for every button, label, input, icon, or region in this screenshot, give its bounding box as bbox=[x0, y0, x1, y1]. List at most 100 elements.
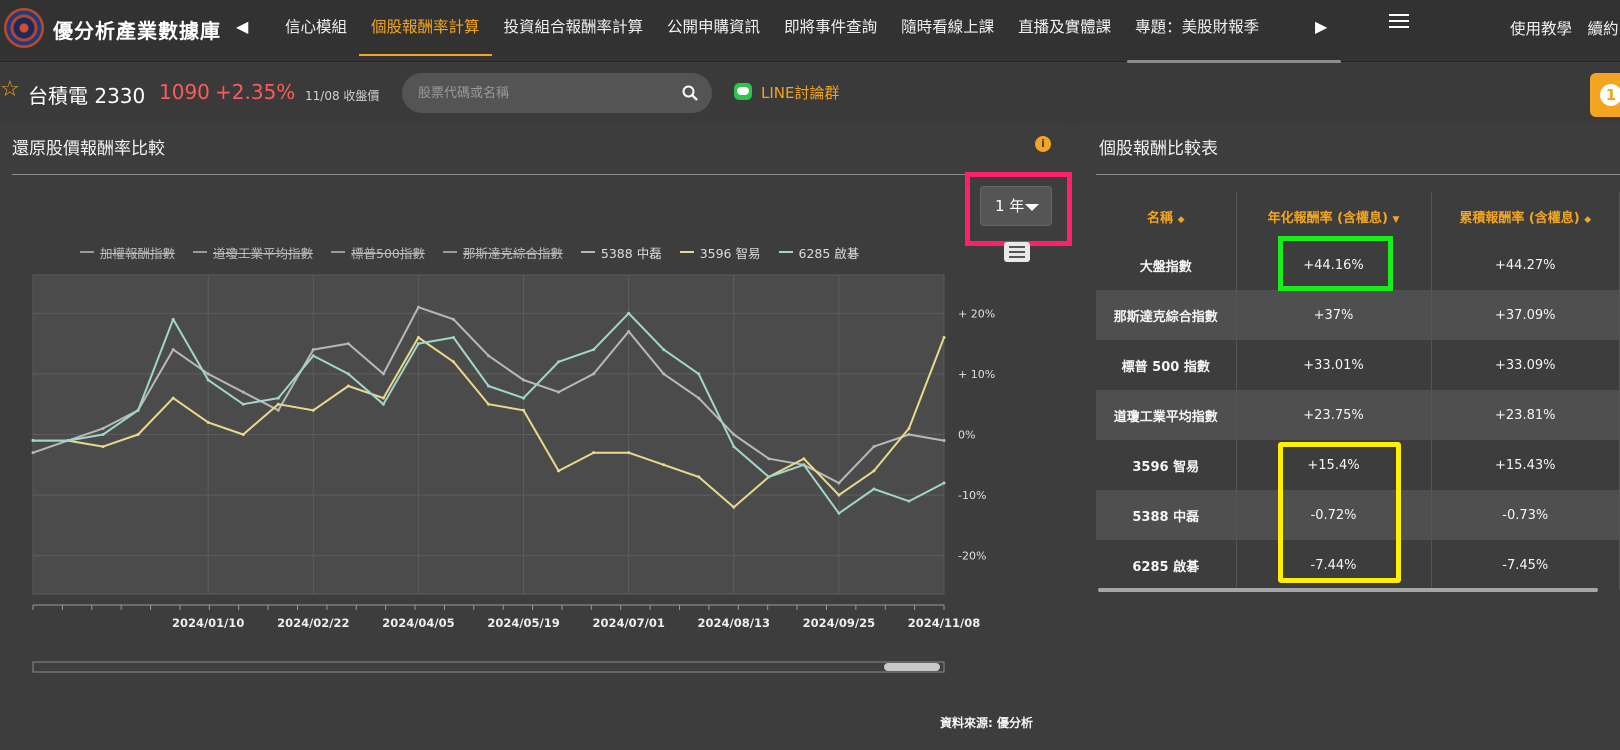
series-point bbox=[627, 311, 631, 315]
series-point bbox=[592, 372, 596, 376]
x-tick-label: 2024/05/19 bbox=[487, 616, 559, 630]
tutorial-renew-links[interactable]: 使用教學 續約 bbox=[1510, 17, 1619, 39]
x-tick-label: 2024/08/13 bbox=[698, 616, 770, 630]
y-tick-label: + 10% bbox=[958, 368, 995, 381]
table-row: 道瓊工業平均指數 +23.75% +23.81% bbox=[1096, 390, 1620, 440]
nav-tab-2[interactable]: 投資組合報酬率計算 bbox=[492, 0, 656, 56]
series-point bbox=[487, 354, 490, 358]
nav-tab-4[interactable]: 即將事件查詢 bbox=[772, 0, 889, 56]
stock-name: 台積電 2330 bbox=[28, 84, 146, 108]
column-header-name[interactable]: 名稱 ◆ bbox=[1096, 192, 1237, 240]
brand-name[interactable]: 優分析產業數據庫 bbox=[53, 15, 221, 44]
legend-swatch bbox=[193, 251, 208, 253]
nav-scroll-right-icon[interactable]: ▶ bbox=[1315, 17, 1327, 36]
nav-tab-1[interactable]: 個股報酬率計算 bbox=[359, 0, 492, 56]
series-point bbox=[206, 372, 210, 376]
series-point bbox=[802, 457, 806, 461]
x-tick-label: 2024/11/08 bbox=[908, 616, 980, 630]
stock-change: +2.35% bbox=[215, 80, 296, 104]
cell-cumulative: -7.45% bbox=[1431, 540, 1620, 590]
series-point bbox=[311, 354, 315, 358]
series-point bbox=[907, 426, 911, 430]
stock-price: 1090 bbox=[159, 80, 210, 104]
period-value: 1 年 bbox=[995, 197, 1025, 215]
series-point bbox=[907, 433, 911, 436]
highlight-box-yellow bbox=[1278, 442, 1401, 583]
nav-scroll-left-icon[interactable]: ◀ bbox=[236, 17, 248, 36]
cell-annual: +33.01% bbox=[1236, 340, 1432, 390]
return-comparison-chart-panel: 還原股價報酬率比較 i 1 年 加權報酬指數 道瓊工業平均指數 標普500指數 那斯達… bbox=[0, 124, 1072, 750]
series-point bbox=[276, 402, 280, 406]
line-group-link[interactable]: LINE討論群 bbox=[761, 82, 839, 103]
y-tick-label: 0% bbox=[958, 429, 975, 442]
cell-cumulative: -0.73% bbox=[1431, 490, 1620, 540]
side-notification-tab[interactable]: 1 bbox=[1590, 73, 1620, 117]
series-point bbox=[136, 433, 140, 436]
series-point bbox=[592, 451, 596, 455]
series-point bbox=[662, 348, 666, 352]
series-point bbox=[136, 408, 140, 412]
navigator-scrollbar bbox=[32, 661, 945, 673]
nav-tab-6[interactable]: 直播及實體課 bbox=[1006, 0, 1123, 56]
column-header-annual-return[interactable]: 年化報酬率 (含權息) ▼ bbox=[1236, 192, 1432, 240]
series-point bbox=[557, 390, 561, 394]
series-point bbox=[276, 396, 280, 400]
info-icon[interactable]: i bbox=[1035, 136, 1051, 152]
series-point bbox=[872, 445, 876, 449]
series-point bbox=[241, 433, 245, 436]
table-header-row: 名稱 ◆ 年化報酬率 (含權息) ▼ 累積報酬率 (含權息) ◆ bbox=[1096, 192, 1620, 240]
favorite-star-icon[interactable]: ☆ bbox=[0, 77, 20, 102]
cell-cumulative: +44.27% bbox=[1431, 240, 1620, 290]
nav-tab-5[interactable]: 隨時看線上課 bbox=[889, 0, 1006, 56]
series-point bbox=[31, 451, 35, 455]
series-point bbox=[662, 372, 666, 376]
nav-tab-3[interactable]: 公開申購資訊 bbox=[655, 0, 772, 56]
series-point bbox=[732, 505, 736, 509]
x-tick-label: 2024/01/10 bbox=[172, 616, 244, 630]
x-tick-label: 2024/07/01 bbox=[592, 616, 664, 630]
series-point bbox=[592, 348, 596, 352]
legend-swatch bbox=[442, 251, 457, 253]
period-dropdown[interactable]: 1 年 bbox=[980, 186, 1052, 226]
brand-logo-icon[interactable] bbox=[4, 8, 44, 48]
stock-search-input[interactable] bbox=[418, 73, 668, 113]
series-point bbox=[171, 317, 175, 321]
table-row: 標普 500 指數 +33.01% +33.09% bbox=[1096, 340, 1620, 390]
nav-tab-7[interactable]: 專題：美股財報季 bbox=[1123, 0, 1271, 56]
stock-info-bar: ☆ 台積電 2330 1090 +2.35% 11/08 收盤價 LINE討論群… bbox=[0, 63, 1620, 123]
series-point bbox=[451, 317, 455, 321]
column-header-cumulative-return[interactable]: 累積報酬率 (含權息) ◆ bbox=[1431, 192, 1620, 240]
series-point bbox=[697, 372, 701, 376]
series-point bbox=[451, 336, 455, 340]
table-horizontal-scrollbar[interactable] bbox=[1098, 588, 1598, 592]
cell-cumulative: +23.81% bbox=[1431, 390, 1620, 440]
cell-name: 大盤指數 bbox=[1096, 240, 1237, 290]
series-point bbox=[732, 433, 736, 436]
divider bbox=[12, 174, 1058, 175]
legend-swatch bbox=[679, 251, 694, 253]
navigator-scrollbar-thumb bbox=[884, 663, 940, 671]
series-point bbox=[346, 372, 350, 376]
series-point bbox=[872, 487, 876, 491]
series-point bbox=[416, 305, 420, 309]
series-point bbox=[942, 336, 946, 340]
series-point bbox=[557, 469, 561, 473]
stock-close-date: 11/08 收盤價 bbox=[305, 89, 380, 103]
search-icon[interactable] bbox=[682, 85, 698, 101]
series-point bbox=[381, 402, 385, 406]
series-point bbox=[416, 342, 420, 346]
series-point bbox=[627, 329, 631, 333]
nav-tab-0[interactable]: 信心模組 bbox=[273, 0, 359, 56]
return-line-chart: + 20% + 10% 0% -10% -20% 2024/01/10 2024/02/22… bbox=[31, 274, 995, 673]
series-point bbox=[311, 408, 315, 412]
series-point bbox=[381, 396, 385, 400]
line-app-icon[interactable] bbox=[734, 83, 752, 100]
x-tick-label: 2024/09/25 bbox=[803, 616, 875, 630]
chart-panel-title: 還原股價報酬率比較 bbox=[12, 139, 165, 159]
series-point bbox=[101, 433, 105, 436]
series-point bbox=[171, 348, 175, 352]
cell-name: 標普 500 指數 bbox=[1096, 340, 1237, 390]
chevron-down-icon bbox=[1025, 204, 1039, 211]
menu-hamburger-icon[interactable] bbox=[1389, 14, 1409, 30]
series-point bbox=[697, 396, 701, 400]
